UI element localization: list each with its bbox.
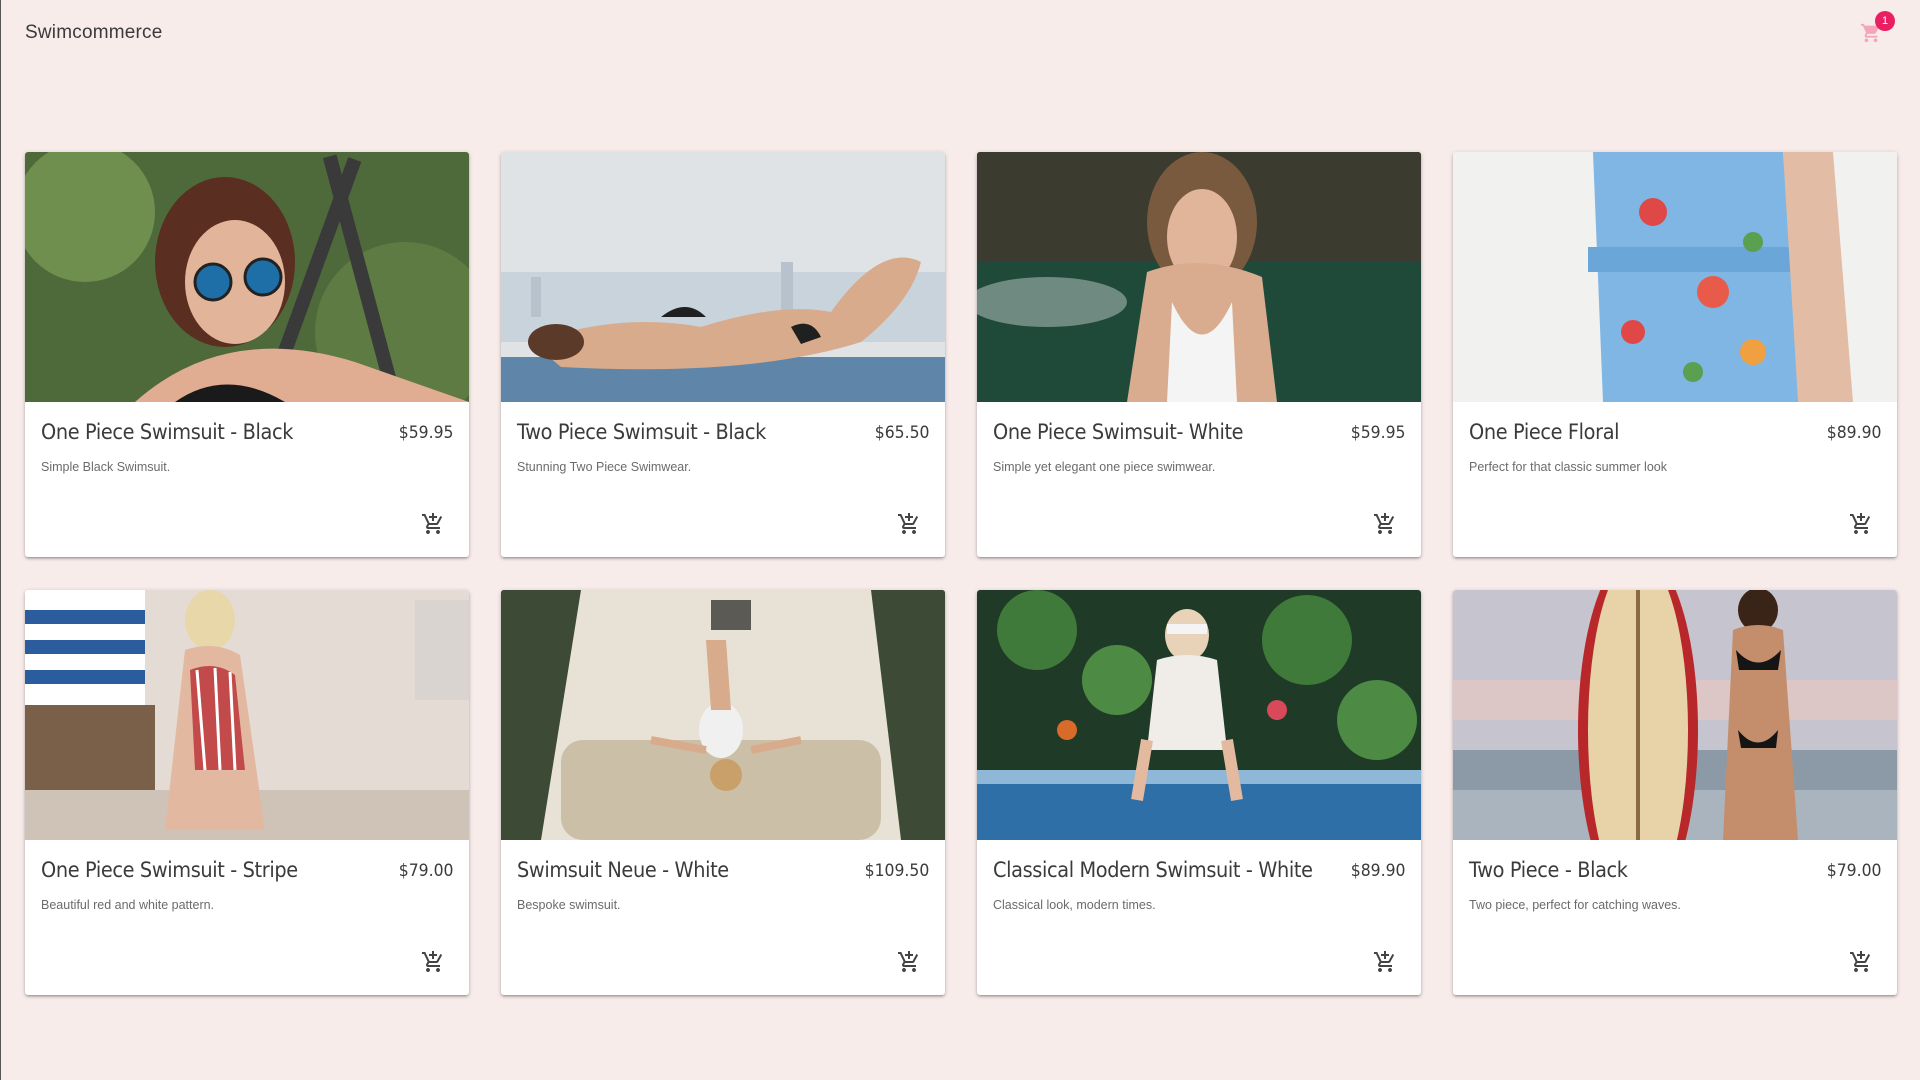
- product-card[interactable]: Swimsuit Neue - White $109.50 Bespoke sw…: [501, 590, 945, 995]
- product-price: $89.90: [1826, 423, 1881, 443]
- product-image: [25, 152, 469, 402]
- product-image: [977, 590, 1421, 840]
- add-shopping-cart-icon: [1374, 513, 1395, 534]
- add-shopping-cart-icon: [898, 951, 919, 972]
- product-description: Perfect for that classic summer look: [1469, 460, 1667, 474]
- product-title: Two Piece Swimsuit - Black: [517, 420, 766, 444]
- product-title: Swimsuit Neue - White: [517, 858, 729, 882]
- product-title: One Piece Swimsuit - Black: [41, 420, 294, 444]
- product-description: Classical look, modern times.: [993, 898, 1156, 912]
- product-image: [501, 152, 945, 402]
- product-description: Two piece, perfect for catching waves.: [1469, 898, 1681, 912]
- add-shopping-cart-icon: [422, 951, 443, 972]
- product-description: Stunning Two Piece Swimwear.: [517, 460, 692, 474]
- add-to-cart-button[interactable]: [1849, 512, 1875, 538]
- product-card[interactable]: One Piece Swimsuit - Black $59.95 Simple…: [25, 152, 469, 557]
- top-toolbar: Swimcommerce 1: [0, 0, 1920, 66]
- product-description: Bespoke swimsuit.: [517, 898, 621, 912]
- product-card[interactable]: Two Piece Swimsuit - Black $65.50 Stunni…: [501, 152, 945, 557]
- add-to-cart-button[interactable]: [897, 950, 923, 976]
- product-price: $109.50: [864, 861, 929, 881]
- product-description: Simple Black Swimsuit.: [41, 460, 171, 474]
- window-edge: [0, 0, 1, 1080]
- product-description: Beautiful red and white pattern.: [41, 898, 215, 912]
- product-image: [501, 590, 945, 840]
- product-price: $79.00: [398, 861, 453, 881]
- product-card[interactable]: Two Piece - Black $79.00 Two piece, perf…: [1453, 590, 1897, 995]
- add-to-cart-button[interactable]: [1373, 950, 1399, 976]
- product-price: $59.95: [1350, 423, 1405, 443]
- cart-button[interactable]: 1: [1858, 11, 1895, 48]
- product-card[interactable]: One Piece Floral $89.90 Perfect for that…: [1453, 152, 1897, 557]
- product-image: [25, 590, 469, 840]
- product-card[interactable]: Classical Modern Swimsuit - White $89.90…: [977, 590, 1421, 995]
- product-card[interactable]: One Piece Swimsuit- White $59.95 Simple …: [977, 152, 1421, 557]
- product-title: Classical Modern Swimsuit - White: [993, 858, 1313, 882]
- add-to-cart-button[interactable]: [1849, 950, 1875, 976]
- product-title: One Piece Floral: [1469, 420, 1620, 444]
- add-shopping-cart-icon: [422, 513, 443, 534]
- product-title: One Piece Swimsuit - Stripe: [41, 858, 298, 882]
- add-shopping-cart-icon: [1850, 951, 1871, 972]
- add-to-cart-button[interactable]: [1373, 512, 1399, 538]
- product-price: $65.50: [874, 423, 929, 443]
- product-grid: One Piece Swimsuit - Black $59.95 Simple…: [25, 152, 1897, 995]
- add-shopping-cart-icon: [898, 513, 919, 534]
- add-to-cart-button[interactable]: [421, 950, 447, 976]
- add-shopping-cart-icon: [1374, 951, 1395, 972]
- product-price: $89.90: [1350, 861, 1405, 881]
- add-shopping-cart-icon: [1850, 513, 1871, 534]
- product-title: One Piece Swimsuit- White: [993, 420, 1244, 444]
- product-title: Two Piece - Black: [1469, 858, 1628, 882]
- product-description: Simple yet elegant one piece swimwear.: [993, 460, 1216, 474]
- product-image: [1453, 590, 1897, 840]
- product-price: $79.00: [1826, 861, 1881, 881]
- add-to-cart-button[interactable]: [897, 512, 923, 538]
- app-title: Swimcommerce: [25, 22, 163, 43]
- cart-count-badge: 1: [1875, 11, 1895, 31]
- product-image: [977, 152, 1421, 402]
- product-card[interactable]: One Piece Swimsuit - Stripe $79.00 Beaut…: [25, 590, 469, 995]
- product-image: [1453, 152, 1897, 402]
- product-price: $59.95: [398, 423, 453, 443]
- add-to-cart-button[interactable]: [421, 512, 447, 538]
